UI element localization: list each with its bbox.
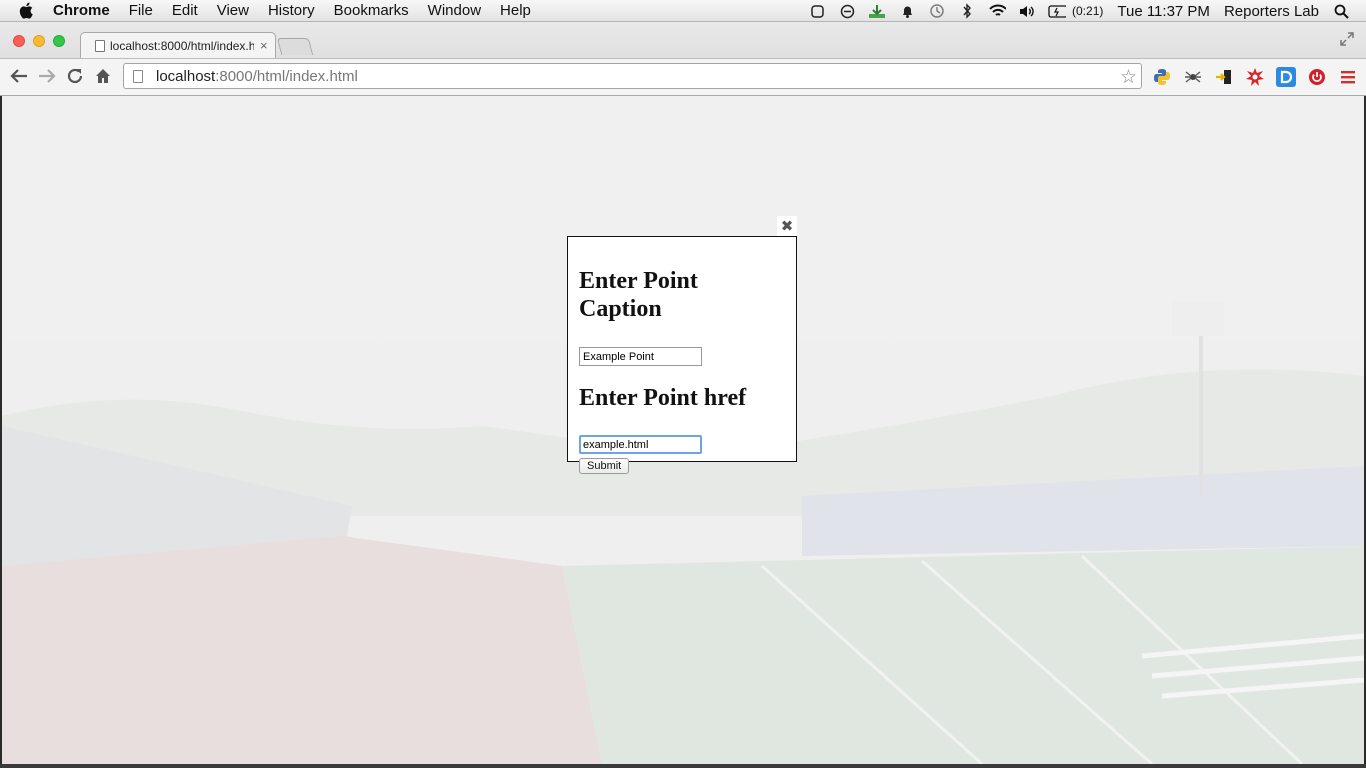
url-path: :8000/html/index.html [215, 67, 358, 85]
wifi-icon[interactable] [988, 3, 1007, 19]
window-close-button[interactable] [13, 35, 25, 47]
new-tab-button[interactable] [276, 38, 314, 55]
popup-close-button[interactable]: ✖ [777, 216, 797, 236]
browser-chrome: localhost:8000/html/index.html × localho… [0, 22, 1366, 96]
fullscreen-icon[interactable] [1340, 32, 1354, 49]
download-icon[interactable] [868, 3, 886, 19]
url-text: localhost:8000/html/index.html [156, 68, 358, 85]
do-not-disturb-icon[interactable] [838, 3, 856, 19]
href-input[interactable] [579, 435, 702, 454]
url-host: localhost [156, 67, 216, 85]
href-heading: Enter Point href [579, 385, 747, 411]
back-button[interactable] [8, 65, 30, 87]
menu-history[interactable]: History [268, 2, 315, 19]
address-bar[interactable]: localhost:8000/html/index.html ☆ [123, 63, 1142, 89]
d-extension-icon[interactable] [1276, 67, 1296, 87]
toolbar: localhost:8000/html/index.html ☆ [0, 58, 1366, 95]
menu-view[interactable]: View [217, 2, 249, 19]
evernote-icon[interactable] [808, 3, 826, 19]
menu-bookmarks[interactable]: Bookmarks [334, 2, 409, 19]
battery-time: (0:21) [1072, 4, 1104, 18]
tab-close-icon[interactable]: × [260, 38, 268, 53]
home-button[interactable] [92, 65, 114, 87]
close-icon: ✖ [780, 218, 794, 235]
notification-bell-icon[interactable] [898, 3, 916, 19]
page-icon [95, 39, 105, 52]
apple-icon[interactable] [19, 2, 35, 20]
battery-icon[interactable] [1048, 3, 1067, 19]
spider-extension-icon[interactable] [1183, 67, 1203, 87]
python-extension-icon[interactable] [1152, 67, 1172, 87]
caption-heading: Enter Point Caption [579, 268, 698, 322]
menu-bar: Chrome File Edit View History Bookmarks … [0, 0, 1366, 22]
bluetooth-icon[interactable] [958, 3, 976, 19]
status-area: (0:21) Tue 11:37 PM Reporters Lab [802, 0, 1366, 22]
volume-icon[interactable] [1018, 3, 1036, 19]
reload-button[interactable] [64, 65, 86, 87]
menu-app-chrome[interactable]: Chrome [53, 2, 110, 19]
tab-title: localhost:8000/html/index.html [110, 38, 254, 53]
sign-in-extension-icon[interactable] [1214, 67, 1234, 87]
menu-window[interactable]: Window [428, 2, 481, 19]
user-name[interactable]: Reporters Lab [1224, 3, 1319, 20]
submit-button[interactable]: Submit [579, 458, 630, 474]
clock[interactable]: Tue 11:37 PM [1117, 3, 1210, 20]
menu-file[interactable]: File [129, 2, 153, 19]
bookmark-star-icon[interactable]: ☆ [1120, 66, 1137, 89]
time-machine-icon[interactable] [928, 3, 946, 19]
point-editor-popup: Enter Point Caption Enter Point href Sub… [567, 236, 797, 474]
tab-active[interactable]: localhost:8000/html/index.html × [80, 32, 276, 58]
spotlight-search-icon[interactable] [1332, 3, 1350, 19]
power-extension-icon[interactable] [1307, 67, 1327, 87]
forward-button[interactable] [36, 65, 58, 87]
window-bottom-edge [0, 764, 1366, 768]
menu-edit[interactable]: Edit [172, 2, 198, 19]
caption-input[interactable] [579, 347, 702, 366]
page-info-icon[interactable] [133, 69, 143, 83]
window-minimize-button[interactable] [33, 35, 45, 47]
burst-extension-icon[interactable] [1245, 67, 1265, 87]
window-zoom-button[interactable] [53, 35, 65, 47]
menu-help[interactable]: Help [500, 2, 531, 19]
chrome-menu-icon[interactable] [1338, 67, 1358, 87]
